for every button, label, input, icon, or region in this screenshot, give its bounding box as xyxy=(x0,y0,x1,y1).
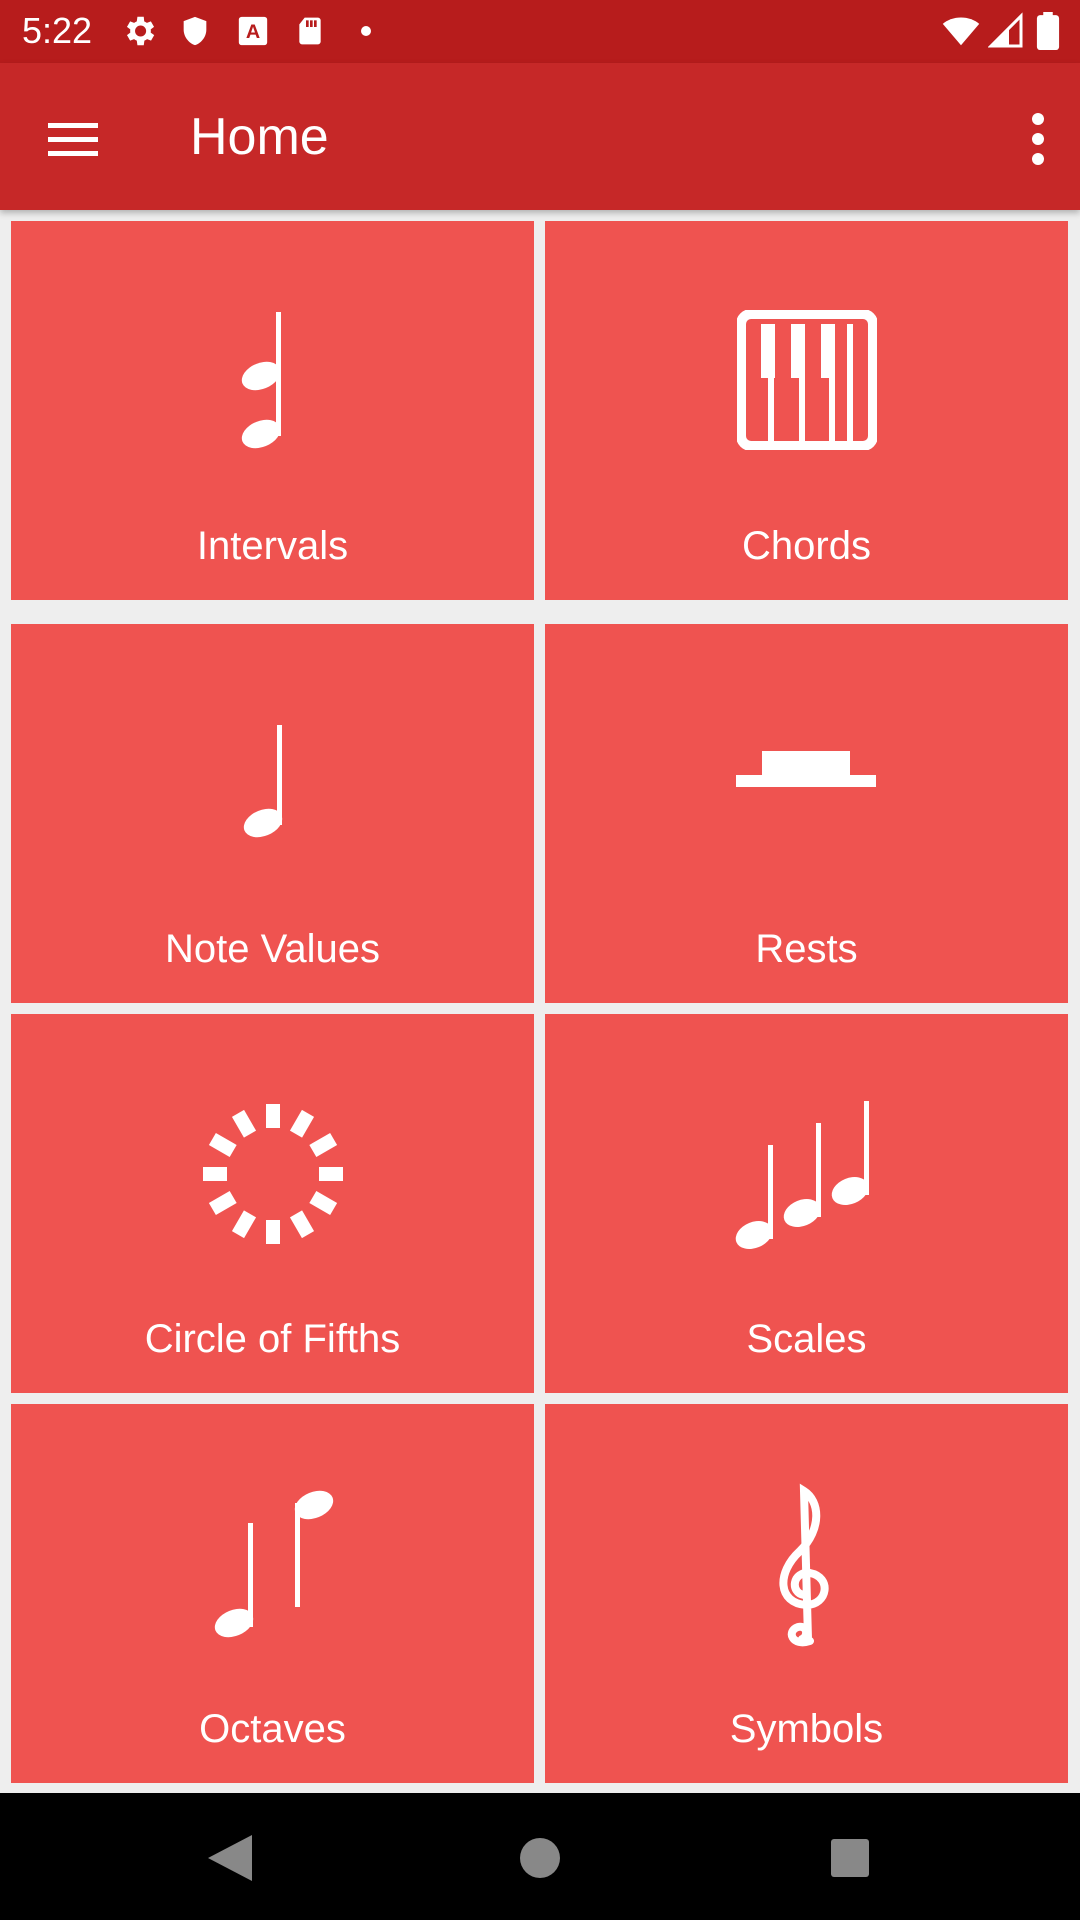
home-button[interactable] xyxy=(500,1823,580,1893)
home-circle-icon xyxy=(500,1838,580,1897)
back-triangle-icon xyxy=(190,1835,270,1897)
tile-intervals[interactable]: Intervals xyxy=(11,221,534,600)
tile-label: Rests xyxy=(755,927,858,971)
wifi-icon xyxy=(940,12,982,55)
status-time: 5:22 xyxy=(22,10,93,51)
tile-label: Intervals xyxy=(196,524,349,568)
tile-chords[interactable]: Chords xyxy=(545,221,1068,600)
tile-symbols[interactable]: Symbols xyxy=(545,1404,1068,1783)
tile-label: Symbols xyxy=(729,1707,884,1751)
topic-grid: Intervals Chords Note Values Rests Circl… xyxy=(0,210,1080,1785)
tile-scales[interactable]: Scales xyxy=(545,1014,1068,1393)
tile-label: Circle of Fifths xyxy=(144,1317,401,1361)
tile-note-values[interactable]: Note Values xyxy=(11,624,534,1003)
menu-button[interactable] xyxy=(36,103,108,175)
gear-icon xyxy=(120,12,158,55)
half-note-icon xyxy=(11,624,534,914)
dot-icon xyxy=(360,24,372,42)
status-icons-right xyxy=(940,12,1080,52)
battery-icon xyxy=(1036,12,1060,55)
signal-icon xyxy=(987,12,1024,55)
treble-clef-icon xyxy=(545,1404,1068,1694)
rest-icon xyxy=(545,624,1068,914)
tile-label: Note Values xyxy=(165,927,380,971)
sd-card-icon xyxy=(294,12,326,55)
shield-icon xyxy=(178,12,212,55)
app-bar: Home xyxy=(0,63,1080,210)
system-navigation-bar xyxy=(0,1793,1080,1920)
recents-button[interactable] xyxy=(810,1823,890,1893)
tile-label: Scales xyxy=(746,1317,867,1361)
tile-label: Octaves xyxy=(199,1707,346,1751)
font-icon: A xyxy=(236,12,270,55)
more-vertical-icon xyxy=(1000,113,1064,179)
back-button[interactable] xyxy=(190,1823,270,1893)
tile-rests[interactable]: Rests xyxy=(545,624,1068,1003)
tile-octaves[interactable]: Octaves xyxy=(11,1404,534,1783)
scale-notes-icon xyxy=(545,1014,1068,1304)
hamburger-menu-icon xyxy=(36,123,108,179)
circle-of-fifths-icon xyxy=(11,1014,534,1304)
interval-notes-icon xyxy=(11,221,534,511)
overflow-menu-button[interactable] xyxy=(1000,103,1064,175)
recents-square-icon xyxy=(810,1839,890,1897)
tile-circle-of-fifths[interactable]: Circle of Fifths xyxy=(11,1014,534,1393)
svg-text:A: A xyxy=(246,21,260,43)
status-bar: 5:22 A xyxy=(0,0,1080,63)
octave-notes-icon xyxy=(11,1404,534,1694)
piano-keys-icon xyxy=(545,221,1068,511)
page-title: Home xyxy=(190,108,329,166)
tile-label: Chords xyxy=(742,524,871,568)
